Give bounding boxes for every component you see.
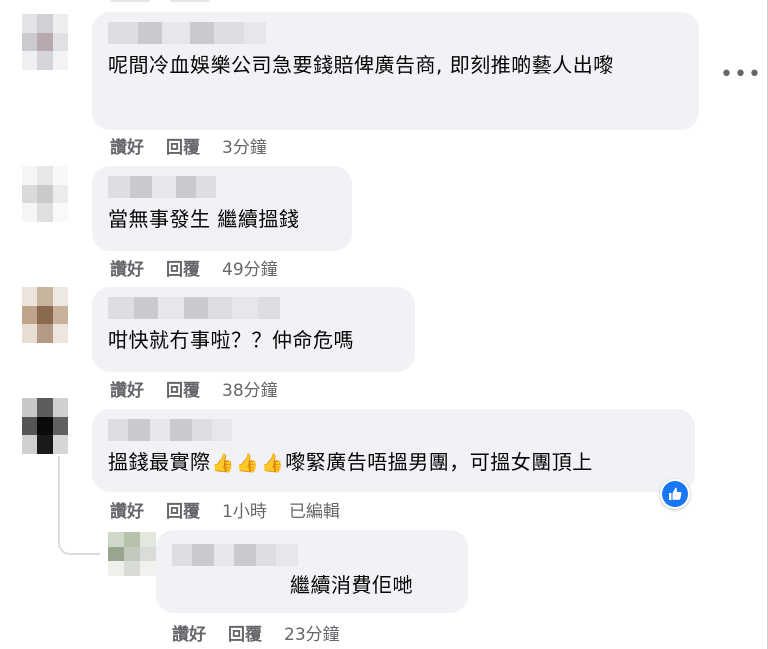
- thumbs-up-emoji: 👍: [211, 453, 235, 474]
- reply-text: 繼續消費佢哋: [290, 573, 413, 597]
- like-link[interactable]: 讚好: [110, 376, 144, 401]
- comment-text-part: 嚟緊廣告唔搵男團，可搵女團頂上: [285, 450, 593, 474]
- author-name-blurred[interactable]: [108, 22, 683, 44]
- comment-actions: 讚好 回覆 49分鐘: [110, 255, 278, 280]
- comment-actions: 讚好 回覆 3分鐘: [110, 133, 267, 158]
- comment-bubble: 呢間冷血娛樂公司急要錢賠俾廣告商, 即刻推啲藝人出嚟: [92, 12, 699, 130]
- reply-link[interactable]: 回覆: [166, 133, 200, 158]
- like-link[interactable]: 讚好: [110, 255, 144, 280]
- reply-link[interactable]: 回覆: [166, 497, 200, 522]
- comment-text: 搵錢最實際👍 👍 👍嚟緊廣告唔搵男團，可搵女團頂上: [108, 447, 679, 479]
- previous-comment-actions-remnant: [110, 0, 250, 6]
- edited-label: 已編輯: [288, 502, 340, 522]
- reaction-badge[interactable]: [660, 479, 690, 509]
- reply-link[interactable]: 回覆: [166, 255, 200, 280]
- comment-text: 咁快就冇事啦？？仲命危嗎: [108, 328, 354, 352]
- avatar[interactable]: [22, 287, 68, 343]
- author-name-blurred[interactable]: [108, 176, 336, 198]
- reply-actions: 讚好 回覆 23分鐘: [172, 620, 340, 645]
- avatar[interactable]: [108, 532, 156, 576]
- comment-actions: 讚好 回覆 38分鐘: [110, 376, 278, 401]
- author-name-blurred[interactable]: [172, 544, 452, 566]
- timestamp[interactable]: 38分鐘: [222, 376, 278, 401]
- reply-thread-line: [58, 456, 100, 555]
- comment-actions: 讚好 回覆 1小時 已編輯: [110, 497, 340, 522]
- timestamp[interactable]: 3分鐘: [222, 133, 267, 158]
- timestamp[interactable]: 1小時: [222, 497, 267, 522]
- thumbs-up-icon: [662, 481, 688, 507]
- like-link[interactable]: 讚好: [172, 620, 206, 645]
- timestamp[interactable]: 23分鐘: [284, 620, 340, 645]
- avatar[interactable]: [22, 166, 68, 222]
- reply-bubble: 繼續消費佢哋: [156, 530, 468, 613]
- avatar[interactable]: [22, 398, 68, 454]
- like-link[interactable]: 讚好: [110, 497, 144, 522]
- thumbs-up-emoji: 👍: [236, 453, 260, 474]
- comment-text-part: 搵錢最實際: [108, 450, 211, 474]
- comment-bubble: 咁快就冇事啦？？仲命危嗎: [92, 287, 415, 372]
- reply-link[interactable]: 回覆: [166, 376, 200, 401]
- more-options-icon[interactable]: •••: [720, 62, 762, 87]
- comment-bubble: 當無事發生 繼續搵錢: [92, 166, 352, 251]
- author-name-blurred[interactable]: [108, 419, 679, 441]
- avatar[interactable]: [22, 14, 68, 70]
- timestamp[interactable]: 49分鐘: [222, 255, 278, 280]
- comment-text: 當無事發生 繼續搵錢: [108, 207, 300, 231]
- comment-bubble: 搵錢最實際👍 👍 👍嚟緊廣告唔搵男團，可搵女團頂上: [92, 409, 695, 492]
- author-name-blurred[interactable]: [108, 297, 399, 319]
- reply-link[interactable]: 回覆: [228, 620, 262, 645]
- comment-text: 呢間冷血娛樂公司急要錢賠俾廣告商, 即刻推啲藝人出嚟: [108, 53, 614, 77]
- like-link[interactable]: 讚好: [110, 133, 144, 158]
- thumbs-up-emoji: 👍: [261, 453, 285, 474]
